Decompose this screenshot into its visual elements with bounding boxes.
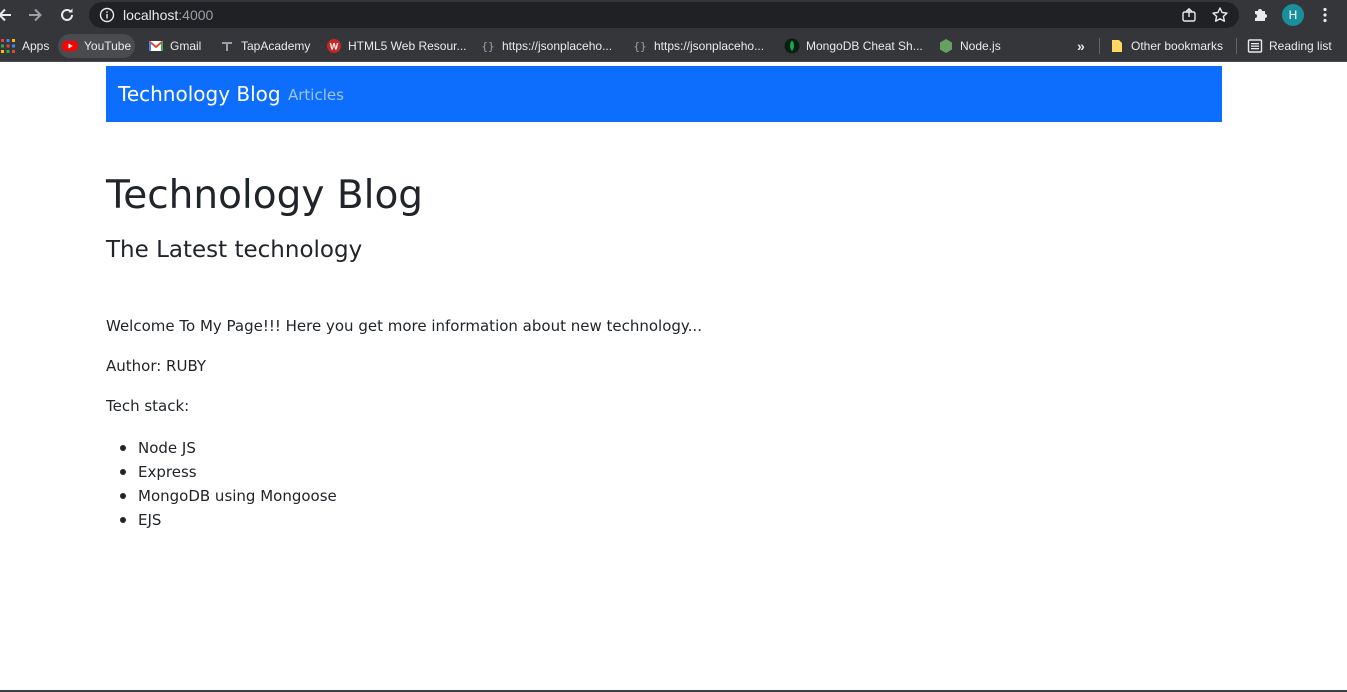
list-item: Node JS <box>106 436 337 460</box>
extensions-puzzle-icon[interactable] <box>1251 5 1271 25</box>
tech-stack-item: Node JS <box>138 439 196 457</box>
bookmarks-separator <box>1236 38 1237 54</box>
reading-list-icon <box>1247 38 1263 54</box>
bookmark-apps[interactable]: Apps <box>0 34 53 58</box>
url-text[interactable]: localhost:4000 <box>123 7 213 23</box>
browser-toolbar: localhost:4000 H <box>0 0 1347 30</box>
tech-stack-item: Express <box>138 463 197 481</box>
bullet-dot-icon <box>120 517 126 523</box>
tech-stack-label: Tech stack: <box>106 397 190 415</box>
bookmarks-separator <box>1099 38 1100 54</box>
page-subtitle: The Latest technology <box>106 237 363 263</box>
profile-avatar[interactable]: H <box>1282 4 1304 26</box>
bookmark-label: https://jsonplaceho... <box>654 39 765 53</box>
bookmark-html5-resources[interactable]: W HTML5 Web Resour... <box>322 34 471 58</box>
navbar-brand-link[interactable]: Technology Blog <box>118 81 281 107</box>
tapacademy-icon <box>219 38 235 54</box>
bookmark-label: YouTube <box>84 39 132 53</box>
svg-text:W: W <box>330 42 339 52</box>
jsonplaceholder-icon: {} <box>632 38 648 54</box>
share-icon[interactable] <box>1181 7 1197 23</box>
bookmark-label: MongoDB Cheat Sh... <box>806 39 923 53</box>
page-title: Technology Blog <box>106 173 424 218</box>
html5-resources-icon: W <box>326 38 342 54</box>
back-arrow-icon[interactable] <box>0 4 16 26</box>
folder-icon <box>1109 38 1125 54</box>
jsonplaceholder-icon: {} <box>480 38 496 54</box>
reload-icon[interactable] <box>56 4 78 26</box>
forward-arrow-icon[interactable] <box>24 4 46 26</box>
bookmark-mongodb-cheatsheet[interactable]: MongoDB Cheat Sh... <box>780 34 927 58</box>
bullet-dot-icon <box>120 469 126 475</box>
menu-dots-icon[interactable] <box>1316 6 1334 24</box>
welcome-text: Welcome To My Page!!! Here you get more … <box>106 317 702 335</box>
bookmark-jsonplaceholder-2[interactable]: {} https://jsonplaceho... <box>628 34 768 58</box>
bookmark-jsonplaceholder-1[interactable]: {} https://jsonplaceho... <box>476 34 616 58</box>
apps-grid-icon <box>0 38 16 54</box>
bookmark-other-bookmarks[interactable]: Other bookmarks <box>1105 34 1227 58</box>
svg-text:{}: {} <box>481 40 494 53</box>
bookmark-label: Other bookmarks <box>1131 39 1224 53</box>
list-item: MongoDB using Mongoose <box>106 484 337 508</box>
nav-link-articles[interactable]: Articles <box>288 85 344 105</box>
bullet-dot-icon <box>120 445 126 451</box>
bookmark-label: Apps <box>22 39 50 53</box>
reading-list-label: Reading list <box>1269 39 1332 53</box>
bookmarks-bar: Apps YouTube Gmail TapAcademy W HTML5 We… <box>0 30 1347 62</box>
gmail-icon <box>148 38 164 54</box>
info-icon[interactable] <box>99 7 115 23</box>
reading-list-button[interactable]: Reading list <box>1243 34 1336 58</box>
bookmarks-overflow-chevron-icon[interactable]: » <box>1073 34 1089 58</box>
bookmark-star-icon[interactable] <box>1211 6 1229 24</box>
site-navbar: Technology Blog Articles <box>106 66 1222 122</box>
address-bar[interactable]: localhost:4000 <box>89 2 1239 28</box>
tech-stack-item: EJS <box>138 511 162 529</box>
list-item: Express <box>106 460 337 484</box>
tech-stack-item: MongoDB using Mongoose <box>138 487 337 505</box>
author-text: Author: RUBY <box>106 357 207 375</box>
svg-text:{}: {} <box>633 40 646 53</box>
url-port: :4000 <box>178 7 214 23</box>
bookmark-tapacademy[interactable]: TapAcademy <box>215 34 314 58</box>
bookmark-label: https://jsonplaceho... <box>502 39 613 53</box>
mongodb-leaf-icon <box>784 38 800 54</box>
youtube-icon <box>62 38 78 54</box>
bookmark-label: Node.js <box>960 39 1001 53</box>
list-item: EJS <box>106 508 337 532</box>
bookmark-youtube[interactable]: YouTube <box>58 34 136 58</box>
tech-stack-list: Node JS Express MongoDB using Mongoose E… <box>106 436 337 532</box>
bookmark-label: TapAcademy <box>241 39 311 53</box>
url-host: localhost <box>123 7 179 23</box>
bookmark-gmail[interactable]: Gmail <box>144 34 205 58</box>
nodejs-hexagon-icon <box>938 38 954 54</box>
bookmark-label: HTML5 Web Resour... <box>348 39 467 53</box>
bullet-dot-icon <box>120 493 126 499</box>
bookmark-nodejs[interactable]: Node.js <box>934 34 1005 58</box>
bookmark-label: Gmail <box>170 39 202 53</box>
